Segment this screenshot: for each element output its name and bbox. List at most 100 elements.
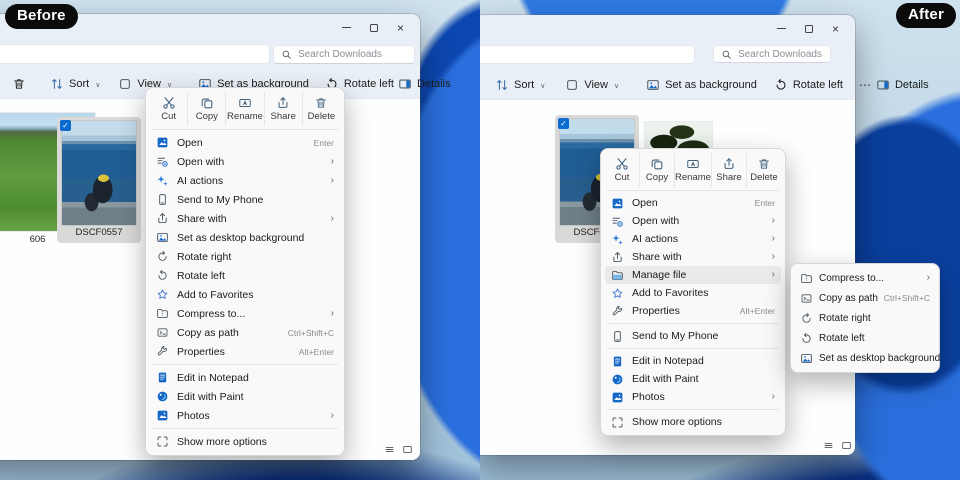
menu-item-ai-actions[interactable]: AI actions› (605, 230, 781, 248)
menu-item-label: Show more options (177, 436, 267, 448)
quick-delete-button[interactable]: Delete (303, 92, 340, 126)
quick-share-button[interactable]: Share (265, 92, 303, 126)
quick-cut-button[interactable]: Cut (150, 92, 188, 126)
minimize-icon (342, 27, 351, 28)
details-button[interactable]: Details (396, 77, 453, 91)
window-controls: × (768, 19, 849, 38)
rotate-left-button[interactable]: Rotate left (772, 78, 845, 92)
compress-icon (800, 272, 813, 285)
set-background-button[interactable]: Set as background (644, 78, 759, 92)
rotate-right-icon (156, 250, 169, 263)
address-bar[interactable]: ls (0, 44, 270, 64)
menu-item-label: AI actions (177, 175, 223, 187)
menu-item-open[interactable]: OpenEnter (150, 133, 340, 152)
menu-item-add-to-favorites[interactable]: Add to Favorites (605, 284, 781, 302)
list-view-icon[interactable] (384, 444, 395, 455)
menu-item-label: Send to My Phone (177, 194, 263, 206)
sort-icon (495, 78, 509, 92)
close-button[interactable]: × (822, 19, 849, 38)
maximize-button[interactable] (795, 19, 822, 38)
maximize-button[interactable] (360, 18, 387, 37)
menu-item-label: Rotate left (819, 333, 865, 344)
menu-item-open[interactable]: OpenEnter (605, 194, 781, 212)
file-tile-selected[interactable]: ✓ DSCF0557 (57, 117, 141, 243)
menu-item-show-more-options[interactable]: Show more options (605, 413, 781, 431)
menu-item-photos[interactable]: Photos› (605, 388, 781, 406)
menu-item-manage-file[interactable]: Manage file› (605, 266, 781, 284)
close-button[interactable]: × (387, 18, 414, 37)
rename-icon (686, 157, 700, 171)
delete-button[interactable] (10, 77, 28, 91)
menu-item-copy-as-path[interactable]: Copy as pathCtrl+Shift+C (795, 288, 935, 308)
minimize-button[interactable] (333, 18, 360, 37)
menu-item-set-as-desktop-background[interactable]: Set as desktop background (795, 348, 935, 368)
view-button[interactable]: View∨ (563, 78, 621, 92)
sort-button[interactable]: Sort∨ (48, 77, 102, 91)
open-with-icon (611, 215, 624, 228)
menu-item-edit-with-paint[interactable]: Edit with Paint (605, 370, 781, 388)
quick-action-label: Cut (161, 111, 176, 122)
window-controls: × (333, 18, 414, 37)
menu-item-open-with[interactable]: Open with› (605, 212, 781, 230)
menu-item-edit-with-paint[interactable]: Edit with Paint (150, 387, 340, 406)
phone-icon (611, 330, 624, 343)
thumbnail-view-icon[interactable] (841, 440, 852, 451)
quick-delete-button[interactable]: Delete (747, 153, 781, 187)
menu-item-show-more-options[interactable]: Show more options (150, 432, 340, 451)
quick-share-button[interactable]: Share (712, 153, 747, 187)
chevron-right-icon: › (331, 176, 334, 186)
menu-item-share-with[interactable]: Share with› (150, 209, 340, 228)
menu-item-edit-in-notepad[interactable]: Edit in Notepad (150, 368, 340, 387)
search-box[interactable]: Search Downloads (713, 45, 831, 63)
chevron-right-icon: › (772, 234, 775, 244)
menu-item-rotate-left[interactable]: Rotate left (795, 328, 935, 348)
menu-item-ai-actions[interactable]: AI actions › (150, 171, 340, 190)
menu-item-rotate-left[interactable]: Rotate left (150, 266, 340, 285)
address-bar[interactable] (480, 45, 695, 64)
menu-item-open-with[interactable]: Open with› (150, 152, 340, 171)
list-view-icon[interactable] (823, 440, 834, 451)
menu-item-label: Show more options (632, 416, 722, 428)
file-name: DSCF0557 (57, 227, 141, 238)
menu-separator (607, 323, 779, 324)
quick-copy-button[interactable]: Copy (640, 153, 675, 187)
menu-item-send-to-my-phone[interactable]: Send to My Phone (150, 190, 340, 209)
menu-item-rotate-right[interactable]: Rotate right (150, 247, 340, 266)
quick-copy-button[interactable]: Copy (188, 92, 226, 126)
menu-item-label: Share with (177, 213, 227, 225)
cut-icon (615, 157, 629, 171)
compress-icon (156, 307, 169, 320)
see-more-button[interactable]: ⋯ (857, 78, 874, 92)
menu-item-compress-to[interactable]: Compress to...› (150, 304, 340, 323)
copy-icon (200, 96, 214, 110)
menu-separator (607, 348, 779, 349)
menu-item-copy-as-path[interactable]: Copy as pathCtrl+Shift+C (150, 323, 340, 342)
menu-item-label: Open with (632, 215, 679, 227)
minimize-button[interactable] (768, 19, 795, 38)
search-box[interactable]: Search Downloads (273, 45, 415, 64)
thumbnail-view-icon[interactable] (402, 444, 413, 455)
menu-item-set-as-desktop-background[interactable]: Set as desktop background (150, 228, 340, 247)
menu-item-share-with[interactable]: Share with› (605, 248, 781, 266)
menu-item-edit-in-notepad[interactable]: Edit in Notepad (605, 352, 781, 370)
chevron-right-icon: › (772, 252, 775, 262)
menu-item-label: Add to Favorites (177, 289, 253, 301)
quick-rename-button[interactable]: Rename (675, 153, 712, 187)
menu-item-label: Open (632, 197, 658, 209)
before-after-comparison: Before × ls Search Downloads Sort∨ View∨… (0, 0, 960, 480)
menu-item-properties[interactable]: PropertiesAlt+Enter (150, 342, 340, 361)
menu-item-rotate-right[interactable]: Rotate right (795, 308, 935, 328)
quick-cut-button[interactable]: Cut (605, 153, 640, 187)
menu-item-properties[interactable]: PropertiesAlt+Enter (605, 302, 781, 320)
quick-rename-button[interactable]: Rename (226, 92, 264, 126)
menu-item-send-to-my-phone[interactable]: Send to My Phone (605, 327, 781, 345)
details-button[interactable]: Details (874, 78, 931, 92)
selection-checkbox[interactable]: ✓ (60, 120, 71, 131)
details-pane-icon (876, 78, 890, 92)
menu-item-add-to-favorites[interactable]: Add to Favorites (150, 285, 340, 304)
selection-checkbox[interactable]: ✓ (558, 118, 569, 129)
sort-button[interactable]: Sort∨ (493, 78, 547, 92)
menu-item-photos[interactable]: Photos› (150, 406, 340, 425)
favorites-icon (156, 288, 169, 301)
menu-item-compress-to[interactable]: Compress to...› (795, 268, 935, 288)
